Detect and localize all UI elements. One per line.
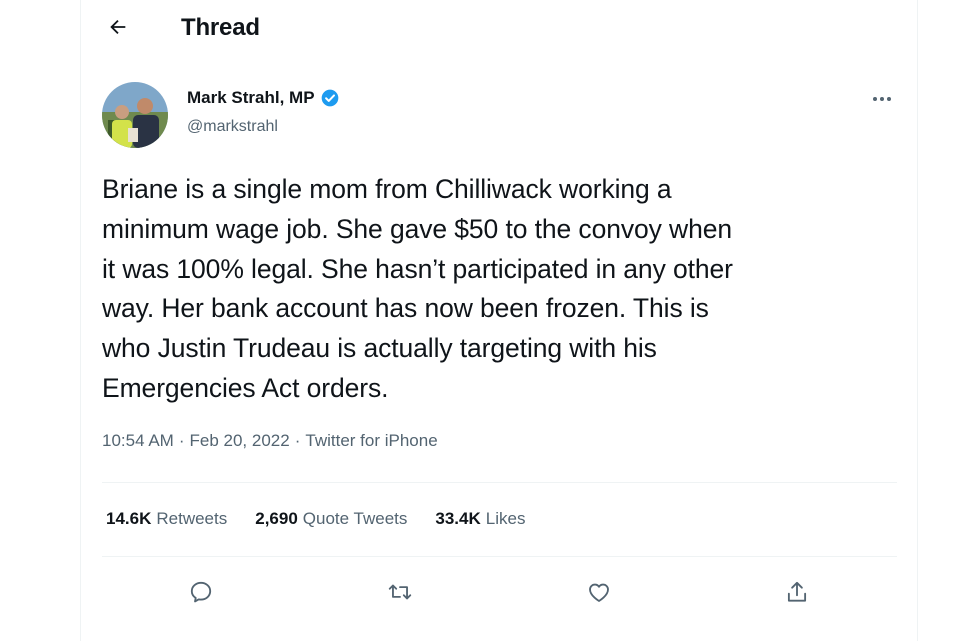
divider xyxy=(102,556,897,557)
thread-column: Thread Mark Strahl, MP @markstrahl Brian… xyxy=(80,0,918,641)
reply-icon xyxy=(190,581,212,603)
author-handle[interactable]: @markstrahl xyxy=(187,118,278,136)
share-button[interactable] xyxy=(779,574,815,610)
page-title: Thread xyxy=(181,14,260,41)
likes-label: Likes xyxy=(485,509,526,528)
divider xyxy=(102,482,897,483)
like-icon xyxy=(589,583,609,602)
quote-tweets-stat[interactable]: 2,690 Quote Tweets xyxy=(255,509,407,529)
quote-tweets-label: Quote Tweets xyxy=(302,509,408,528)
tweet-text-line: Briane is a single mom from Chilliwack w… xyxy=(102,174,672,204)
avatar[interactable] xyxy=(102,82,168,148)
retweets-label: Retweets xyxy=(156,509,228,528)
tweet-stats: 14.6K Retweets 2,690 Quote Tweets 33.4K … xyxy=(106,509,525,529)
thread-header: Thread xyxy=(81,0,917,58)
more-icon xyxy=(873,97,891,101)
likes-count: 33.4K xyxy=(435,509,481,528)
tweet-text-line: way. Her bank account has now been froze… xyxy=(102,293,709,324)
back-button[interactable] xyxy=(105,14,131,40)
like-button[interactable] xyxy=(581,574,617,610)
tweet-date[interactable]: Feb 20, 2022 xyxy=(190,431,290,451)
tweet-text-line: who Justin Trudeau is actually targeting… xyxy=(102,333,657,364)
likes-stat[interactable]: 33.4K Likes xyxy=(435,509,525,529)
tweet-text-line: minimum wage job. She gave $50 to the co… xyxy=(102,213,733,244)
retweet-button[interactable] xyxy=(382,574,418,610)
meta-separator: · xyxy=(178,431,185,450)
tweet-actions xyxy=(81,570,917,614)
tweet-text-line: Emergencies Act orders. xyxy=(102,372,389,403)
retweets-stat[interactable]: 14.6K Retweets xyxy=(106,509,227,529)
arrow-left-icon xyxy=(110,19,126,35)
tweet-text: Briane is a single mom from Chilliwack w… xyxy=(102,170,902,409)
author-display-name: Mark Strahl, MP xyxy=(187,88,315,107)
verified-badge-icon xyxy=(321,89,338,107)
tweet-metadata: 10:54 AM · Feb 20, 2022 · Twitter for iP… xyxy=(102,431,438,451)
tweet-time[interactable]: 10:54 AM xyxy=(102,431,174,451)
author-name-row[interactable]: Mark Strahl, MP xyxy=(187,88,340,108)
quote-tweets-count: 2,690 xyxy=(255,509,298,528)
meta-separator: · xyxy=(294,431,301,450)
share-icon xyxy=(787,581,807,602)
reply-button[interactable] xyxy=(183,574,219,610)
tweet-source[interactable]: Twitter for iPhone xyxy=(305,431,437,451)
retweet-icon xyxy=(388,584,412,600)
more-options-button[interactable] xyxy=(869,86,895,112)
retweets-count: 14.6K xyxy=(106,509,152,528)
tweet-text-line: it was 100% legal. She hasn’t participat… xyxy=(102,253,733,284)
